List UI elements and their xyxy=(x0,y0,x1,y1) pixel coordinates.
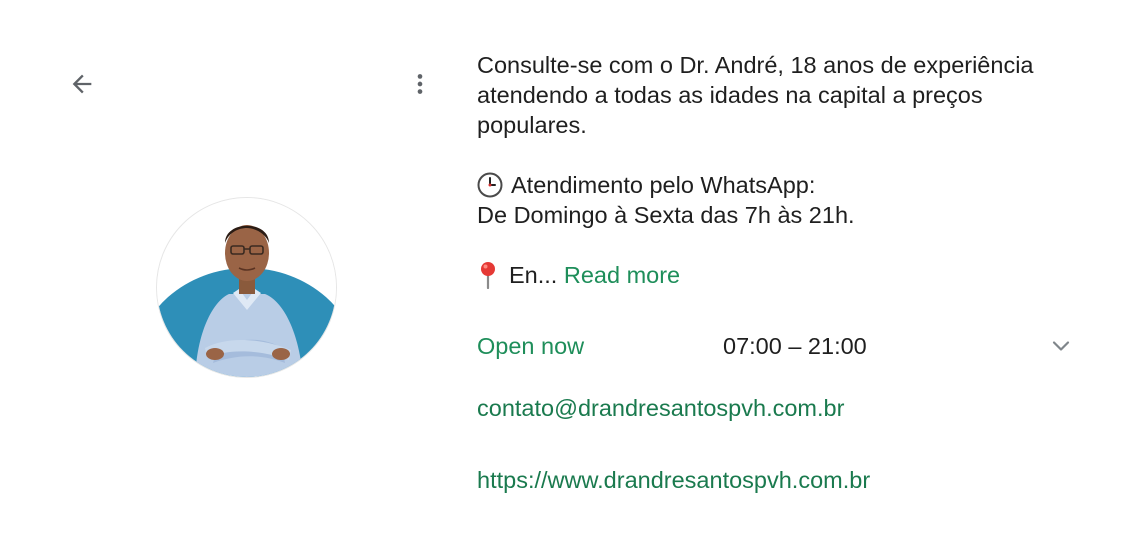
about-text-line-3: populares. xyxy=(477,112,587,138)
more-vert-icon xyxy=(417,74,423,94)
truncated-line: En... Read more xyxy=(477,260,1097,290)
avatar[interactable] xyxy=(156,197,337,378)
hours-row[interactable]: Open now 07:00 – 21:00 xyxy=(477,330,1077,362)
arrow-back-icon xyxy=(72,74,92,94)
whatsapp-schedule: De Domingo à Sexta das 7h às 21h. xyxy=(477,202,855,228)
truncated-text: En... xyxy=(509,262,558,288)
email-link[interactable]: contato@drandresantospvh.com.br xyxy=(477,392,844,424)
about-text-line-1: Consulte-se com o Dr. André, 18 anos de … xyxy=(477,52,1034,78)
doctor-portrait xyxy=(157,198,336,377)
open-status: Open now xyxy=(477,333,585,359)
whatsapp-label: Atendimento pelo WhatsApp: xyxy=(511,172,816,198)
chevron-down-icon[interactable] xyxy=(1049,334,1073,358)
hours-time: 07:00 – 21:00 xyxy=(723,333,867,359)
whatsapp-line: Atendimento pelo WhatsApp: xyxy=(477,170,1097,200)
more-options-button[interactable] xyxy=(400,64,440,104)
back-button[interactable] xyxy=(62,64,102,104)
about-description: Consulte-se com o Dr. André, 18 anos de … xyxy=(477,50,1097,290)
clock-icon xyxy=(477,172,503,198)
read-more-link[interactable]: Read more xyxy=(564,262,680,288)
pin-icon xyxy=(481,262,495,289)
website-link[interactable]: https://www.drandresantospvh.com.br xyxy=(477,464,870,496)
about-text-line-2: atendendo a todas as idades na capital a… xyxy=(477,82,983,108)
